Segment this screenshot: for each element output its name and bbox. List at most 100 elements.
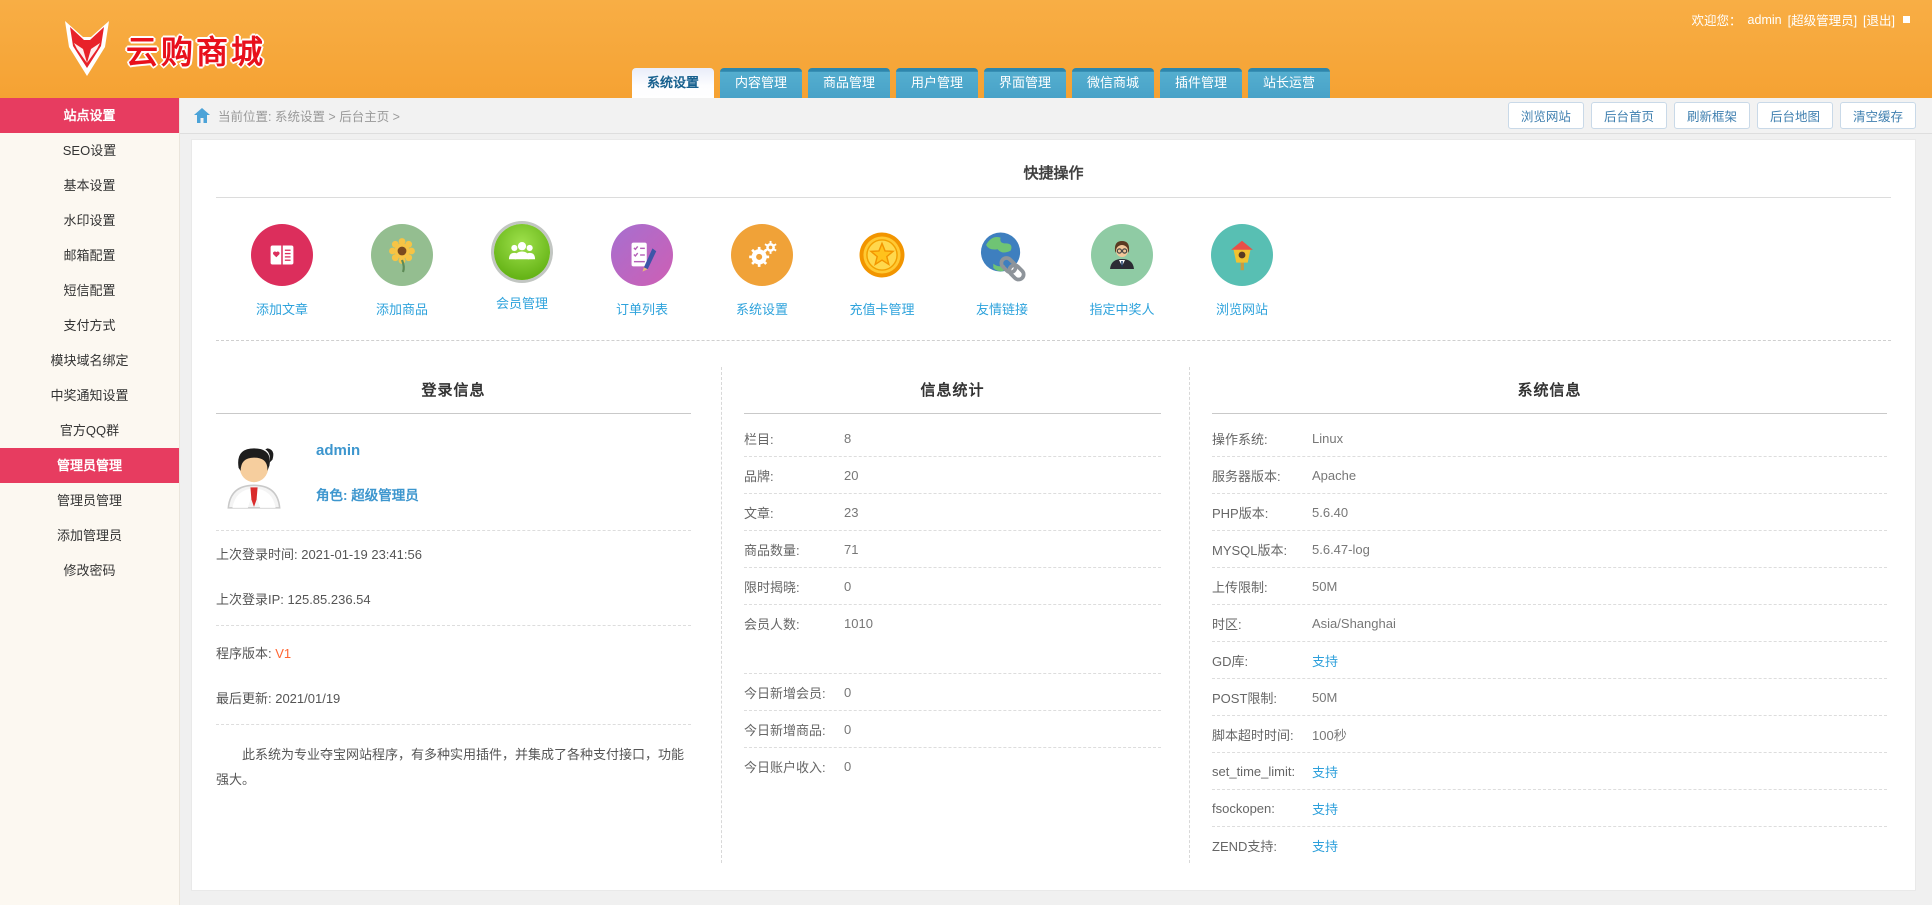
avatar	[227, 448, 281, 509]
admin-sitemap-button[interactable]: 后台地图	[1756, 102, 1833, 129]
quick-friend-links[interactable]: 友情链接	[942, 224, 1062, 318]
zend-support-link[interactable]: 支持	[1312, 836, 1338, 855]
quick-label: 友情链接	[975, 302, 1028, 317]
table-row: ZEND支持: 支持	[1212, 827, 1887, 863]
admin-home-button[interactable]: 后台首页	[1590, 102, 1667, 129]
gd-support-link[interactable]: 支持	[1312, 651, 1338, 670]
quick-recharge-card[interactable]: 充值卡管理	[822, 224, 942, 318]
fox-logo-icon	[65, 21, 109, 76]
sidebar-item-admin-mgmt[interactable]: 管理员管理	[0, 483, 179, 518]
table-row: fsockopen: 支持	[1212, 790, 1887, 827]
table-row: 上传限制: 50M	[1212, 568, 1887, 605]
system-info-panel: 系统信息 操作系统: Linux 服务器版本: Apache PHP版本: 5.6.4…	[1189, 367, 1891, 863]
globe-link-icon	[980, 232, 1026, 282]
sidebar-item-site-settings[interactable]: 站点设置	[0, 98, 179, 133]
fsockopen-link[interactable]: 支持	[1312, 799, 1338, 818]
divider	[216, 625, 691, 626]
table-row: POST限制: 50M	[1212, 679, 1887, 716]
quick-member-mgmt[interactable]: 会员管理	[462, 224, 582, 318]
stats-panel-title: 信息统计	[744, 367, 1161, 414]
table-row: MYSQL版本: 5.6.47-log	[1212, 531, 1887, 568]
quick-assign-winner[interactable]: 指定中奖人	[1062, 224, 1182, 318]
table-row: GD库: 支持	[1212, 642, 1887, 679]
clear-cache-button[interactable]: 清空缓存	[1839, 102, 1916, 129]
welcome-prefix: 欢迎您：	[1691, 14, 1742, 28]
sidebar-item-qq-group[interactable]: 官方QQ群	[0, 413, 179, 448]
quick-order-list[interactable]: 订单列表	[582, 224, 702, 318]
gears-icon	[749, 240, 777, 267]
breadcrumb-bar: 当前位置: 系统设置 > 后台主页 > 浏览网站 后台首页 刷新框架 后台地图 …	[180, 98, 1932, 134]
app-logo: 云购商城	[60, 20, 266, 80]
tab-plugin-mgmt[interactable]: 插件管理	[1160, 68, 1242, 98]
quick-label: 会员管理	[495, 296, 548, 311]
browse-site-button[interactable]: 浏览网站	[1507, 102, 1584, 129]
tab-ui-mgmt[interactable]: 界面管理	[984, 68, 1066, 98]
table-row: 今日账户收入: 0	[744, 759, 852, 775]
table-row: 文章: 23	[744, 494, 1161, 531]
table-row: 会员人数: 1010	[744, 616, 873, 632]
quick-label: 指定中奖人	[1089, 302, 1155, 317]
sidebar-item-payment[interactable]: 支付方式	[0, 308, 179, 343]
birdhouse-icon	[1231, 240, 1253, 271]
sidebar-item-basic[interactable]: 基本设置	[0, 168, 179, 203]
sidebar-item-seo[interactable]: SEO设置	[0, 133, 179, 168]
tab-user-mgmt[interactable]: 用户管理	[896, 68, 978, 98]
table-row: 脚本超时时间: 100秒	[1212, 716, 1887, 753]
app-header: 云购商城 欢迎您： admin [超级管理员] [退出] 系统设置 内容管理 商…	[0, 0, 1932, 98]
divider	[216, 724, 691, 725]
today-stats-group: 今日新增会员: 0 今日新增商品: 0 今日账户收入: 0	[744, 673, 1161, 784]
sidebar-item-sms[interactable]: 短信配置	[0, 273, 179, 308]
home-icon[interactable]	[194, 108, 210, 123]
table-row: 限时揭晓: 0	[744, 568, 1161, 605]
logout-link[interactable]: [退出]	[1863, 10, 1895, 29]
last-login-time: 上次登录时间: 2021-01-19 23:41:56	[216, 547, 422, 562]
tab-content-mgmt[interactable]: 内容管理	[720, 68, 802, 98]
quick-label: 订单列表	[615, 302, 668, 317]
book-heart-icon	[270, 245, 294, 265]
quick-add-goods[interactable]: 添加商品	[342, 224, 462, 318]
tab-goods-mgmt[interactable]: 商品管理	[808, 68, 890, 98]
table-row: 今日新增会员: 0	[744, 674, 1161, 711]
table-row: 商品数量: 71	[744, 531, 1161, 568]
breadcrumb: 当前位置: 系统设置 > 后台主页 >	[218, 110, 400, 124]
tab-webmaster-ops[interactable]: 站长运营	[1248, 68, 1330, 98]
sidebar-item-change-password[interactable]: 修改密码	[0, 553, 179, 588]
sidebar-item-module-domain[interactable]: 模块域名绑定	[0, 343, 179, 378]
order-list-icon	[631, 242, 657, 272]
quick-label: 充值卡管理	[849, 302, 915, 317]
quick-label: 添加文章	[255, 302, 308, 317]
quick-actions-title: 快捷操作	[216, 140, 1891, 198]
login-panel-title: 登录信息	[216, 367, 691, 414]
sidebar-item-add-admin[interactable]: 添加管理员	[0, 518, 179, 553]
refresh-frame-button[interactable]: 刷新框架	[1673, 102, 1750, 129]
table-row: 今日新增商品: 0	[744, 711, 1161, 748]
quick-browse-site[interactable]: 浏览网站	[1182, 224, 1302, 318]
dashboard-card: 快捷操作 添加文章 添加商品 会员管理 订单列表 系统设置 充值卡管理 友情链接…	[191, 139, 1916, 891]
welcome-square-decor	[1903, 16, 1910, 23]
crumb-actions: 浏览网站 后台首页 刷新框架 后台地图 清空缓存	[1507, 102, 1916, 129]
program-version: 程序版本: V1	[216, 646, 292, 661]
welcome-role: [超级管理员]	[1787, 14, 1858, 28]
sidebar-item-admin-mgmt-header[interactable]: 管理员管理	[0, 448, 179, 483]
sidebar-item-win-notice[interactable]: 中奖通知设置	[0, 378, 179, 413]
sidebar-item-watermark[interactable]: 水印设置	[0, 203, 179, 238]
table-row: PHP版本: 5.6.40	[1212, 494, 1887, 531]
set-time-limit-link[interactable]: 支持	[1312, 762, 1338, 781]
last-update: 最后更新: 2021/01/19	[216, 691, 341, 706]
members-icon	[508, 242, 536, 260]
quick-actions-row: 添加文章 添加商品 会员管理 订单列表 系统设置 充值卡管理 友情链接 指定中奖…	[216, 198, 1891, 341]
system-description: 此系统为专业夺宝网站程序，有多种实用插件，并集成了各种支付接口，功能强大。	[216, 747, 685, 787]
version-value: V1	[275, 646, 292, 661]
quick-add-article[interactable]: 添加文章	[222, 224, 342, 318]
top-nav-tabs: 系统设置 内容管理 商品管理 用户管理 界面管理 微信商城 插件管理 站长运营	[632, 68, 1330, 98]
tab-wechat-mall[interactable]: 微信商城	[1072, 68, 1154, 98]
sidebar-item-email[interactable]: 邮箱配置	[0, 238, 179, 273]
table-row: 品牌: 20	[744, 457, 1161, 494]
stats-panel: 信息统计 栏目: 8 品牌: 20 文章: 23 商品数量: 71 限时揭晓: 0 会员人…	[721, 367, 1189, 863]
quick-system-settings[interactable]: 系统设置	[702, 224, 822, 318]
quick-label: 系统设置	[735, 302, 788, 317]
table-row: set_time_limit: 支持	[1212, 753, 1887, 790]
tab-system-settings[interactable]: 系统设置	[632, 68, 714, 98]
profile-username-link[interactable]: admin	[316, 442, 419, 459]
welcome-username: admin	[1747, 12, 1782, 27]
